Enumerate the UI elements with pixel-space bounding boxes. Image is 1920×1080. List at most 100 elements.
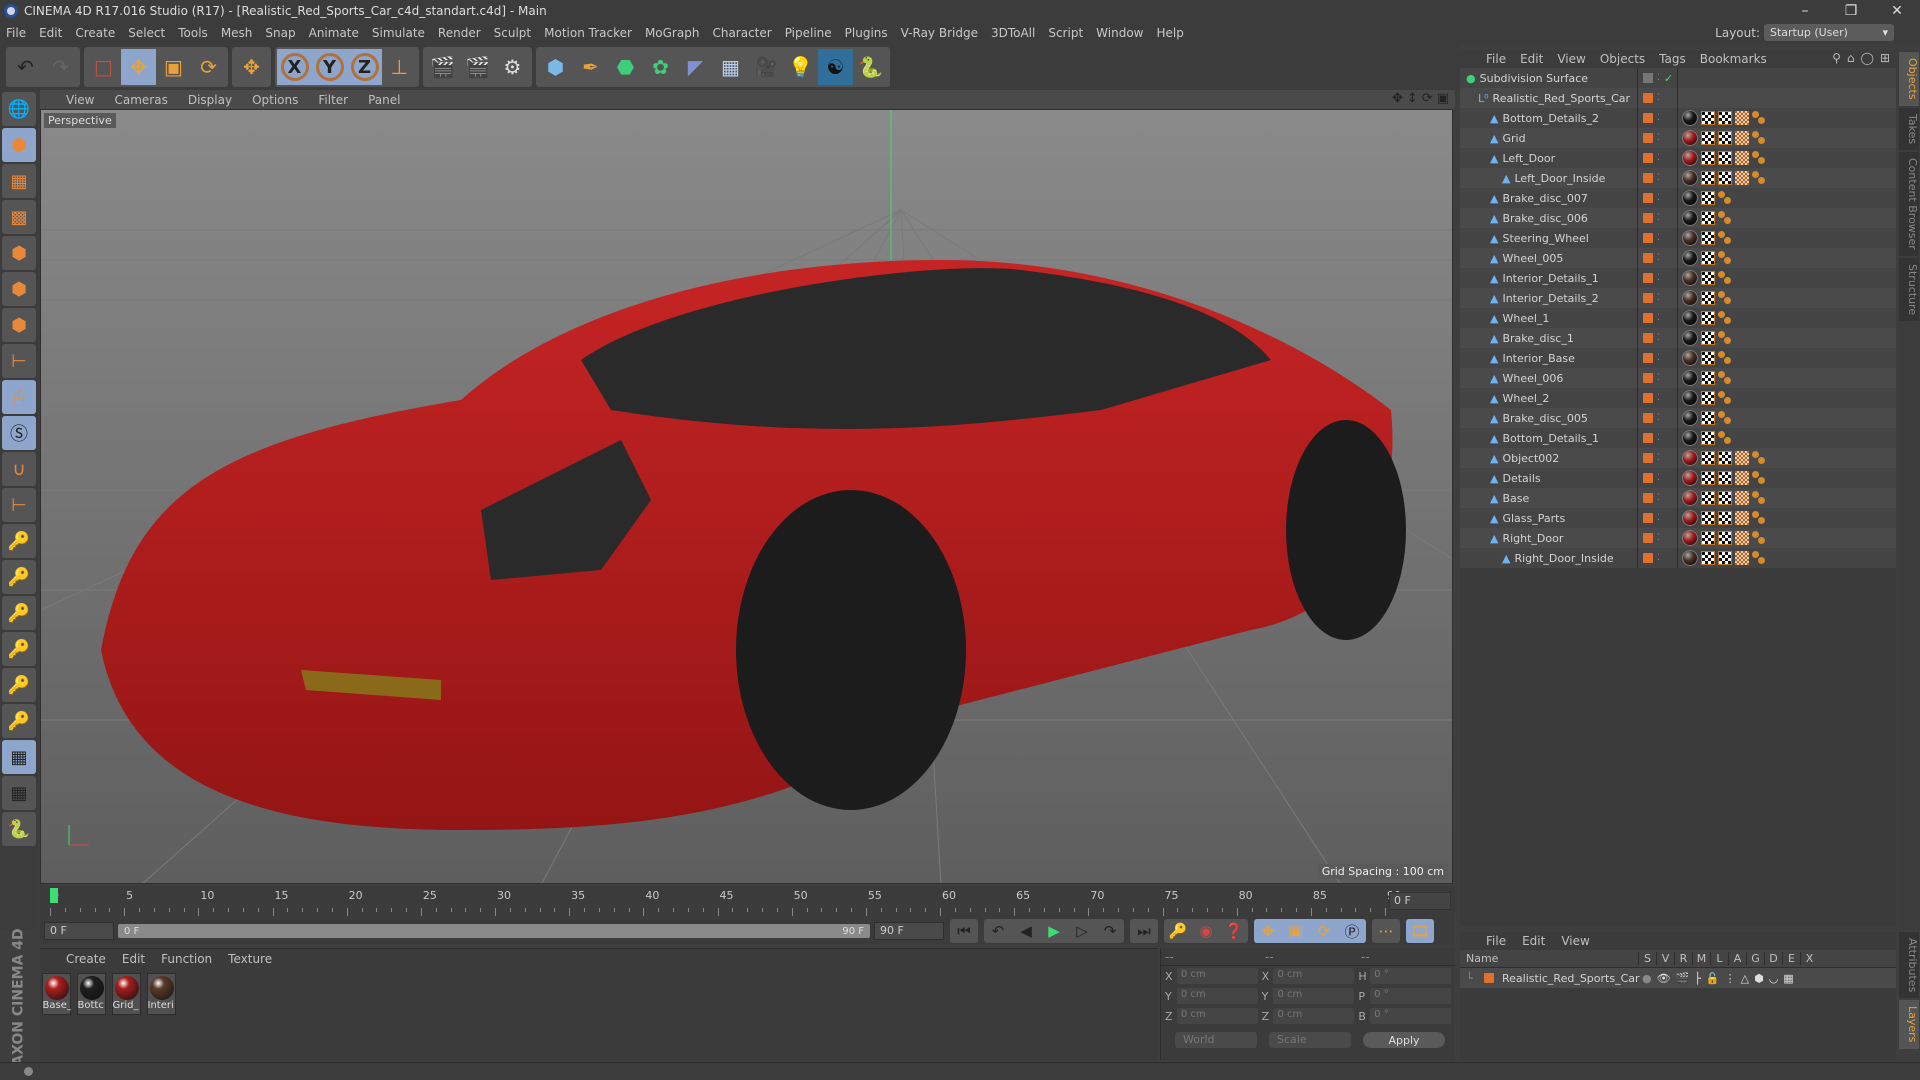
visibility-dots-icon[interactable]: ⁚ [1657,254,1660,263]
menu-plugins[interactable]: Plugins [845,26,888,40]
manager-icon[interactable]: ├ [1694,972,1701,985]
object-row[interactable]: ▲ Brake_disc_1 ⁚ [1460,328,1896,348]
layer-color-swatch[interactable] [1643,513,1653,523]
script-icon[interactable]: ☯ [818,49,853,85]
object-name[interactable]: Interior_Base [1502,352,1574,365]
rotate-view-icon[interactable]: ⟳ [1422,91,1433,106]
menu-snap[interactable]: Snap [265,26,295,40]
object-menu-objects[interactable]: Objects [1600,52,1645,66]
phong-tag-icon[interactable] [1752,531,1766,545]
view-icon[interactable]: 👁 [1657,972,1671,985]
object-row[interactable]: ● Subdivision Surface ⁚ ✓ [1460,68,1896,88]
rotate-icon[interactable]: ⟳ [191,49,226,85]
menu-select[interactable]: Select [128,26,165,40]
menu-script[interactable]: Script [1048,26,1083,40]
visibility-dots-icon[interactable]: ⁚ [1657,74,1660,83]
uvw-tag-icon[interactable] [1735,151,1749,165]
object-name[interactable]: Brake_disc_007 [1502,192,1587,205]
menu-mesh[interactable]: Mesh [221,26,253,40]
redo-icon[interactable]: ↷ [43,49,78,85]
uvw-tag-icon[interactable] [1701,471,1715,485]
coord-field[interactable]: 0 ° [1370,1008,1452,1024]
viewport-menu-cameras[interactable]: Cameras [114,93,167,107]
phong-tag-icon[interactable] [1752,451,1766,465]
uvw-tag-icon[interactable] [1718,451,1732,465]
object-name[interactable]: Bottom_Details_2 [1502,112,1598,125]
grid-lock-icon[interactable]: ▦ [2,740,36,774]
key-rotation-icon[interactable]: 🔑 [2,560,36,594]
uvw-tag-icon[interactable] [1735,531,1749,545]
deformer-icon[interactable]: ◤ [678,49,713,85]
deformers-icon[interactable]: ⬢ [1754,972,1764,985]
object-name[interactable]: Subdivision Surface [1480,72,1588,85]
workplane-mode-icon[interactable]: ▩ [2,200,36,234]
coordinate-system-icon[interactable]: ⊥ [382,49,417,85]
layer-menu-file[interactable]: File [1486,934,1506,948]
layer-color-swatch[interactable] [1643,153,1653,163]
object-name[interactable]: Wheel_1 [1502,312,1549,325]
frame-range-slider[interactable]: 0 F 90 F [118,924,870,938]
maximize-view-icon[interactable]: ▣ [1437,91,1449,106]
layer-column-v[interactable]: V [1656,952,1674,965]
object-menu-edit[interactable]: Edit [1520,52,1543,66]
menu-render[interactable]: Render [438,26,481,40]
model-mode-icon[interactable]: ⬢ [2,128,36,162]
move-view-icon[interactable]: ✥ [1392,91,1403,106]
object-name[interactable]: Steering_Wheel [1502,232,1588,245]
layer-column-x[interactable]: X [1800,952,1818,965]
keyframe-selection-icon[interactable]: ❓ [1220,919,1248,943]
snap-icon[interactable]: ∪ [2,452,36,486]
object-row[interactable]: ▲ Interior_Base ⁚ [1460,348,1896,368]
material-menu-function[interactable]: Function [161,952,212,966]
layer-color-swatch[interactable] [1643,453,1653,463]
side-tab-takes[interactable]: Takes [1899,107,1919,150]
rotation-key-icon[interactable]: ⟳ [1310,919,1338,943]
minimize-button[interactable]: – [1782,0,1828,22]
timeline-ruler[interactable]: 051015202530354045505560657075808590 0 F [40,886,1455,918]
uvw-tag-icon[interactable] [1701,151,1715,165]
light-icon[interactable]: 💡 [783,49,818,85]
layer-column-d[interactable]: D [1764,952,1782,965]
object-name[interactable]: Wheel_005 [1502,252,1563,265]
material-tag-icon[interactable] [1682,530,1698,546]
previous-frame-icon[interactable]: ◀ [1012,919,1040,943]
visibility-dots-icon[interactable]: ⁚ [1657,454,1660,463]
object-row[interactable]: ▲ Wheel_2 ⁚ [1460,388,1896,408]
layer-color-swatch[interactable] [1643,353,1653,363]
cube-icon[interactable]: ⬢ [538,49,573,85]
uvw-tag-icon[interactable] [1718,491,1732,505]
visibility-dots-icon[interactable]: ⁚ [1657,474,1660,483]
object-row[interactable]: ▲ Wheel_005 ⁚ [1460,248,1896,268]
layer-color-swatch[interactable] [1643,533,1653,543]
key-all-icon[interactable]: 🔑 [2,704,36,738]
layer-name[interactable]: Realistic_Red_Sports_Car [1502,972,1642,985]
object-name[interactable]: Realistic_Red_Sports_Car [1493,92,1631,105]
phong-tag-icon[interactable] [1718,431,1732,445]
material-tag-icon[interactable] [1682,110,1698,126]
visibility-dots-icon[interactable]: ⁚ [1657,434,1660,443]
parameter-key-icon[interactable]: Ⓟ [1338,919,1366,943]
visibility-dots-icon[interactable]: ⁚ [1657,514,1660,523]
object-name[interactable]: Bottom_Details_1 [1502,432,1598,445]
uvw-tag-icon[interactable] [1701,111,1715,125]
visibility-dots-icon[interactable]: ⁚ [1657,534,1660,543]
side-tab-objects[interactable]: Objects [1899,52,1919,106]
object-row[interactable]: ▲ Right_Door ⁚ [1460,528,1896,548]
phong-tag-icon[interactable] [1752,131,1766,145]
visibility-dots-icon[interactable]: ⁚ [1657,214,1660,223]
material-tag-icon[interactable] [1682,250,1698,266]
object-row[interactable]: ▲ Details ⁚ [1460,468,1896,488]
layer-column-l[interactable]: L [1710,952,1728,965]
uvw-tag-icon[interactable] [1718,551,1732,565]
visibility-dots-icon[interactable]: ⁚ [1657,354,1660,363]
uvw-tag-icon[interactable] [1735,471,1749,485]
home-icon[interactable]: ⌂ [1847,51,1855,65]
phong-tag-icon[interactable] [1718,331,1732,345]
uvw-tag-icon[interactable] [1701,411,1715,425]
coord-field[interactable]: 0 cm [1273,988,1355,1004]
menu-animate[interactable]: Animate [309,26,359,40]
menu-3dtoall[interactable]: 3DToAll [991,26,1035,40]
material-tag-icon[interactable] [1682,450,1698,466]
phong-tag-icon[interactable] [1718,351,1732,365]
menu-file[interactable]: File [6,26,26,40]
